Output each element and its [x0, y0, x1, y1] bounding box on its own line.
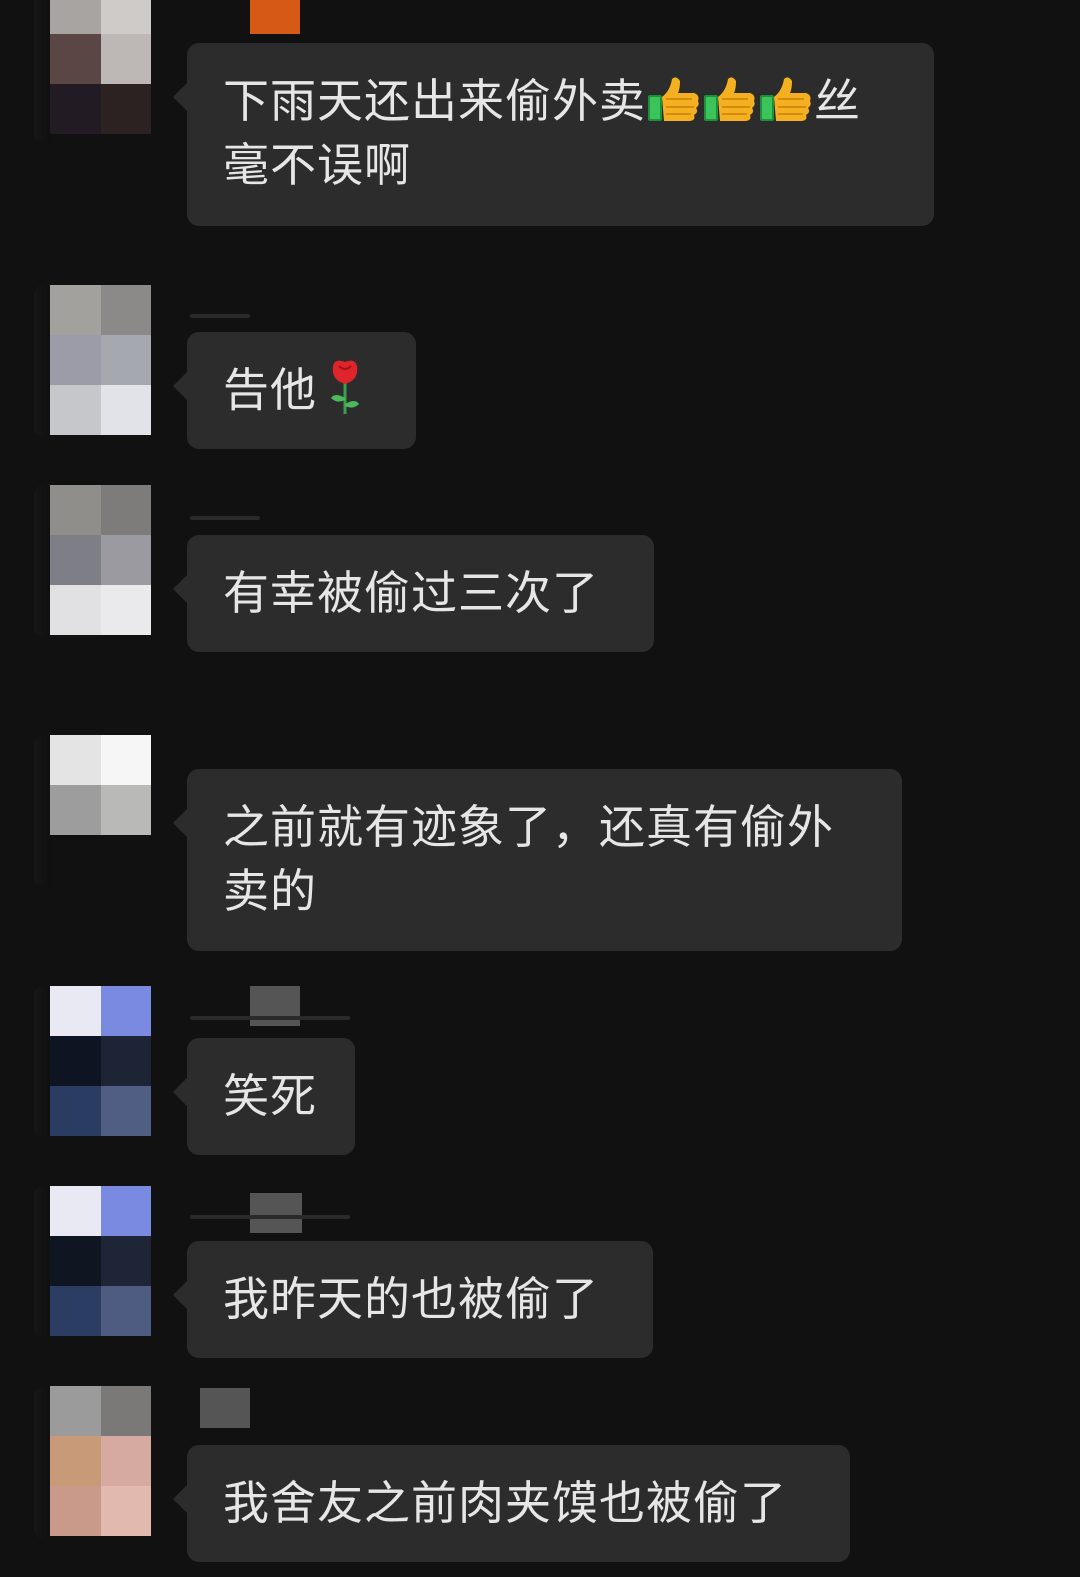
message-bubble[interactable]: 我舍友之前肉夹馍也被偷了	[173, 1445, 850, 1562]
avatar[interactable]	[50, 986, 151, 1136]
message-bubble[interactable]: 笑死	[173, 1038, 355, 1155]
avatar[interactable]	[50, 0, 151, 134]
message-text: 我昨天的也被偷了	[223, 1272, 599, 1326]
avatar[interactable]	[50, 485, 151, 635]
message-text: 告他	[223, 363, 317, 417]
avatar[interactable]	[50, 285, 151, 435]
message-bubble[interactable]: 有幸被偷过三次了	[173, 535, 654, 652]
avatar[interactable]	[50, 1386, 151, 1536]
message-bubble[interactable]: 下雨天还出来偷外卖 丝毫不误啊	[173, 43, 934, 226]
thumbs-up-icon	[702, 73, 758, 125]
message-text: 下雨天还出来偷外卖	[223, 74, 646, 128]
thumbs-up-icon	[758, 73, 814, 125]
message-text: 我舍友之前肉夹馍也被偷了	[223, 1476, 787, 1530]
message-bubble[interactable]: 之前就有迹象了，还真有偷外卖的	[173, 769, 902, 951]
message-bubble[interactable]: 我昨天的也被偷了	[173, 1241, 653, 1358]
thumbs-up-icon	[646, 73, 702, 125]
avatar[interactable]	[50, 735, 151, 835]
message-text: 有幸被偷过三次了	[223, 566, 599, 620]
rose-icon	[325, 358, 365, 416]
avatar[interactable]	[50, 1186, 151, 1336]
message-bubble[interactable]: 告他	[173, 332, 416, 449]
partial-avatar-fragment	[250, 0, 300, 34]
message-text: 之前就有迹象了，还真有偷外卖的	[223, 800, 834, 918]
message-text: 笑死	[223, 1069, 317, 1123]
